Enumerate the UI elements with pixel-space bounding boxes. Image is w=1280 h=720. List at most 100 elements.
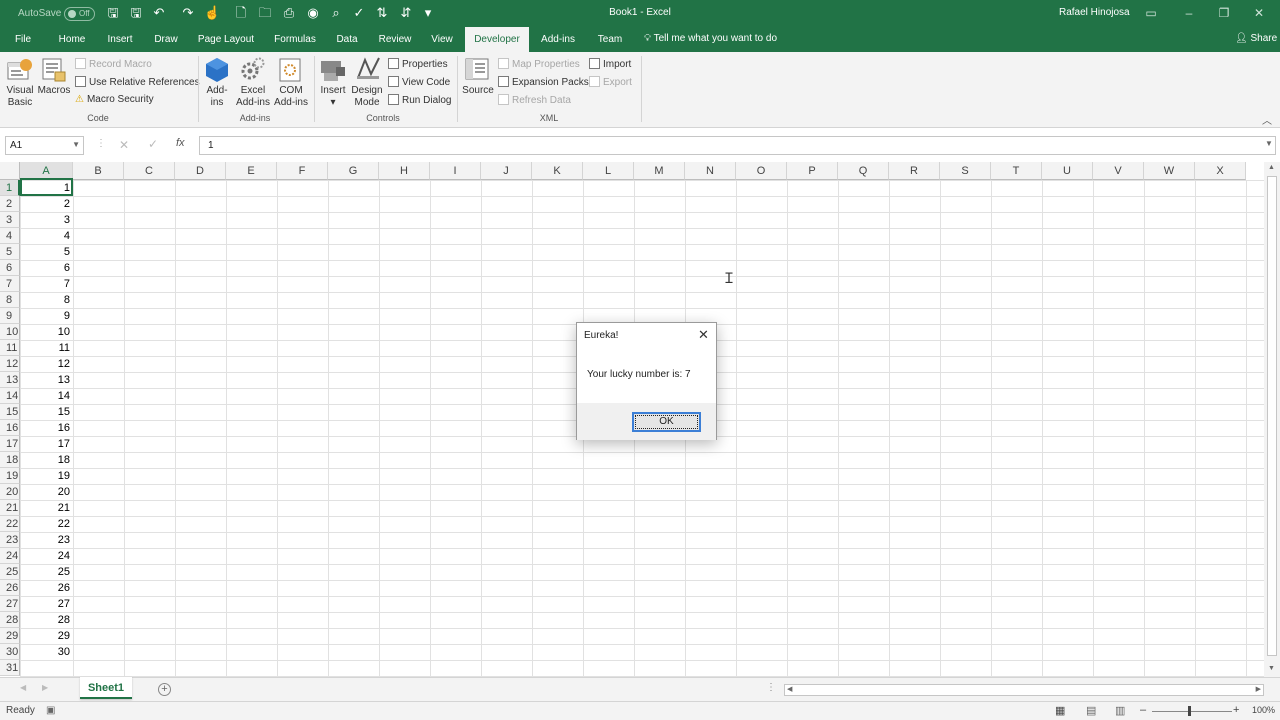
ribbon-display-options-icon[interactable]: ▭ [1141,4,1161,22]
tab-formulas[interactable]: Formulas [270,27,320,52]
cell-a27[interactable]: 27 [20,596,73,612]
cell-a18[interactable]: 18 [20,452,73,468]
dialog-close-icon[interactable]: ✕ [698,327,709,343]
row-header[interactable]: 7 [0,276,20,292]
row-header[interactable]: 15 [0,404,20,420]
cell-a17[interactable]: 17 [20,436,73,452]
design-mode-button[interactable]: Design Mode [350,85,384,109]
minimize-icon[interactable]: – [1179,4,1199,22]
row-header[interactable]: 17 [0,436,20,452]
cell-a16[interactable]: 16 [20,420,73,436]
user-name[interactable]: Rafael Hinojosa [1059,7,1130,18]
excel-add-ins-button[interactable]: Excel Add-ins [233,85,273,109]
column-header-g[interactable]: G [328,162,379,180]
cell-a26[interactable]: 26 [20,580,73,596]
export-button[interactable]: Export [589,76,632,89]
zoom-out-icon[interactable]: – [1140,704,1146,716]
cell-a5[interactable]: 5 [20,244,73,260]
insert-controls-button[interactable]: Insert ▾ [317,85,349,109]
column-header-q[interactable]: Q [838,162,889,180]
restore-icon[interactable]: ❐ [1214,4,1234,22]
column-header-m[interactable]: M [634,162,685,180]
share-button[interactable]: 👤︎ Share [1235,33,1277,44]
row-header[interactable]: 6 [0,260,20,276]
tab-page-layout[interactable]: Page Layout [194,27,258,52]
cell-a11[interactable]: 11 [20,340,73,356]
cell-a4[interactable]: 4 [20,228,73,244]
name-box-dropdown-icon[interactable]: ▼ [72,140,80,149]
column-header-s[interactable]: S [940,162,991,180]
column-header-l[interactable]: L [583,162,634,180]
view-code-button[interactable]: View Code [388,76,450,89]
cell-a13[interactable]: 13 [20,372,73,388]
row-header[interactable]: 4 [0,228,20,244]
tab-home[interactable]: Home [54,27,90,52]
close-window-icon[interactable]: ✕ [1249,4,1269,22]
row-header[interactable]: 28 [0,612,20,628]
scroll-down-icon[interactable]: ▼ [1268,665,1275,672]
cell-a9[interactable]: 9 [20,308,73,324]
column-header-t[interactable]: T [991,162,1042,180]
row-header[interactable]: 19 [0,468,20,484]
collapse-ribbon-icon[interactable]: ︿ [1262,112,1272,127]
cell-a8[interactable]: 8 [20,292,73,308]
record-macro-button[interactable]: Record Macro [75,58,152,71]
tab-file[interactable]: File [8,27,38,52]
column-header-r[interactable]: R [889,162,940,180]
row-header[interactable]: 31 [0,660,20,676]
row-header[interactable]: 14 [0,388,20,404]
zoom-slider-knob[interactable] [1188,706,1191,716]
row-header[interactable]: 10 [0,324,20,340]
cell-a6[interactable]: 6 [20,260,73,276]
zoom-in-icon[interactable]: + [1233,704,1239,716]
expand-formula-bar-icon[interactable]: ▼ [1265,139,1273,148]
tab-team[interactable]: Team [593,27,627,52]
tab-insert[interactable]: Insert [102,27,138,52]
cell-a3[interactable]: 3 [20,212,73,228]
properties-button[interactable]: Properties [388,58,448,71]
map-properties-button[interactable]: Map Properties [498,58,580,71]
column-header-j[interactable]: J [481,162,532,180]
row-header[interactable]: 2 [0,196,20,212]
row-header[interactable]: 26 [0,580,20,596]
row-header[interactable]: 30 [0,644,20,660]
row-header[interactable]: 20 [0,484,20,500]
insert-function-button[interactable]: fx [176,137,185,149]
tab-data[interactable]: Data [332,27,362,52]
column-header-n[interactable]: N [685,162,736,180]
vertical-scrollbar[interactable]: ▲ ▼ [1264,162,1280,677]
cell-a23[interactable]: 23 [20,532,73,548]
row-header[interactable]: 23 [0,532,20,548]
active-cell-selection[interactable] [20,178,73,196]
row-header[interactable]: 5 [0,244,20,260]
row-header[interactable]: 8 [0,292,20,308]
enter-entry-icon[interactable]: ✓ [148,137,158,151]
zoom-level[interactable]: 100% [1252,705,1275,715]
cell-a25[interactable]: 25 [20,564,73,580]
name-box[interactable]: A1 ▼ [5,136,84,155]
cell-a19[interactable]: 19 [20,468,73,484]
cell-a30[interactable]: 30 [20,644,73,660]
column-header-i[interactable]: I [430,162,481,180]
column-header-b[interactable]: B [73,162,124,180]
row-header[interactable]: 11 [0,340,20,356]
macro-security-button[interactable]: ⚠ Macro Security [75,94,154,106]
column-header-c[interactable]: C [124,162,175,180]
add-sheet-icon[interactable]: + [158,683,171,696]
column-header-v[interactable]: V [1093,162,1144,180]
page-break-view-icon[interactable]: ▥ [1115,704,1125,717]
tell-me-search[interactable]: 💡︎ Tell me what you want to do [644,33,777,44]
cell-a22[interactable]: 22 [20,516,73,532]
xml-source-button[interactable]: Source [460,85,496,97]
tab-add-ins[interactable]: Add-ins [537,27,579,52]
cell-a7[interactable]: 7 [20,276,73,292]
sheet-tab-sheet1[interactable]: Sheet1 [80,677,132,699]
ok-button[interactable]: OK [632,412,701,432]
cell-a21[interactable]: 21 [20,500,73,516]
row-header[interactable]: 12 [0,356,20,372]
tab-review[interactable]: Review [375,27,415,52]
row-header[interactable]: 13 [0,372,20,388]
column-header-o[interactable]: O [736,162,787,180]
import-button[interactable]: Import [589,58,631,71]
next-sheet-icon[interactable]: ▶ [42,683,48,692]
